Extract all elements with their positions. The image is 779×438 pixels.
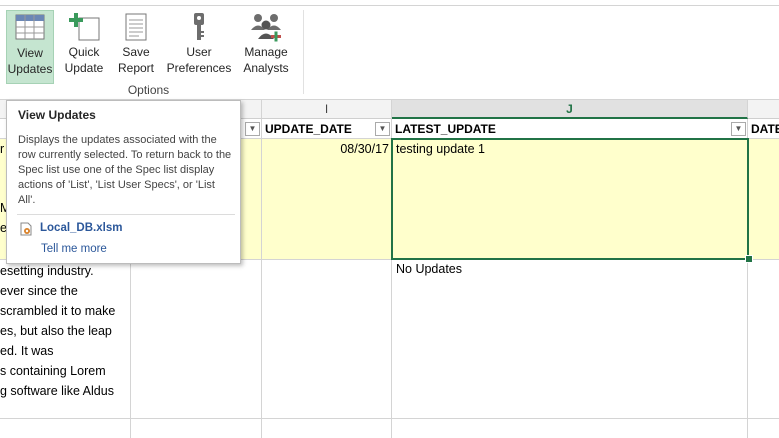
save-report-label-2: Report	[117, 61, 155, 75]
column-header-i[interactable]: I	[262, 100, 392, 119]
view-updates-label-2: Updates	[7, 62, 53, 76]
report-document-icon	[121, 10, 151, 44]
users-group-icon	[248, 10, 284, 44]
save-report-label-1: Save	[122, 45, 150, 59]
user-preferences-button[interactable]: User Preferences	[164, 10, 234, 84]
manage-analysts-label-2: Analysts	[243, 61, 289, 75]
description-line: g software like Aldus	[0, 384, 114, 398]
view-updates-tooltip: View Updates Displays the updates associ…	[6, 100, 241, 264]
highlight-cell[interactable]	[262, 139, 391, 259]
description-line: esetting industry.	[0, 264, 94, 278]
description-line: ever since the	[0, 284, 78, 298]
header-date-partial: DATE	[751, 122, 779, 136]
tooltip-file-name[interactable]: Local_DB.xlsm	[40, 222, 122, 234]
key-icon	[184, 10, 214, 44]
column-header-k[interactable]	[748, 100, 779, 119]
filter-dropdown-button[interactable]: ▼	[731, 122, 746, 136]
options-group-label: Options	[127, 83, 170, 97]
view-updates-button[interactable]: View Updates	[6, 10, 54, 84]
cell-text-fragment: r	[0, 142, 5, 156]
excel-file-icon	[20, 222, 32, 236]
header-update-date: UPDATE_DATE	[265, 122, 352, 136]
group-separator	[303, 10, 304, 94]
filter-dropdown-button[interactable]: ▼	[245, 122, 260, 136]
tooltip-body: Displays the updates associated with the…	[18, 134, 232, 206]
active-cell-selection[interactable]	[391, 138, 749, 260]
fill-handle[interactable]	[745, 255, 753, 263]
tell-me-more-link[interactable]: Tell me more	[41, 243, 107, 255]
quick-update-label-1: Quick	[68, 45, 100, 59]
manage-analysts-label-1: Manage	[244, 45, 288, 59]
view-updates-label-1: View	[17, 46, 43, 60]
tooltip-title: View Updates	[18, 108, 96, 122]
gridline	[0, 418, 779, 419]
description-line: es, but also the leap	[0, 324, 112, 338]
user-preferences-label-2: Preferences	[166, 61, 232, 75]
description-cell[interactable]: esetting industry. ever since the scramb…	[0, 261, 130, 401]
header-latest-update: LATEST_UPDATE	[395, 122, 496, 136]
table-grid-icon	[15, 11, 45, 45]
description-line: ed. It was	[0, 344, 54, 358]
quick-update-button[interactable]: Quick Update	[62, 10, 106, 84]
ribbon: View Updates Quick Update Save Report Us…	[0, 0, 779, 100]
save-report-button[interactable]: Save Report	[114, 10, 158, 84]
add-document-icon	[67, 10, 101, 44]
no-updates-value: No Updates	[396, 262, 463, 276]
manage-analysts-button[interactable]: Manage Analysts	[240, 10, 292, 84]
filter-dropdown-button[interactable]: ▼	[375, 122, 390, 136]
user-preferences-label-1: User	[186, 45, 212, 59]
update-date-value: 08/30/17	[340, 142, 389, 156]
tooltip-divider	[17, 214, 235, 215]
column-header-j[interactable]: J	[392, 100, 748, 119]
highlight-cell[interactable]	[748, 139, 779, 259]
ribbon-top-border	[0, 5, 779, 6]
description-line: scrambled it to make	[0, 304, 116, 318]
quick-update-label-2: Update	[64, 61, 104, 75]
description-line: s containing Lorem	[0, 364, 106, 378]
